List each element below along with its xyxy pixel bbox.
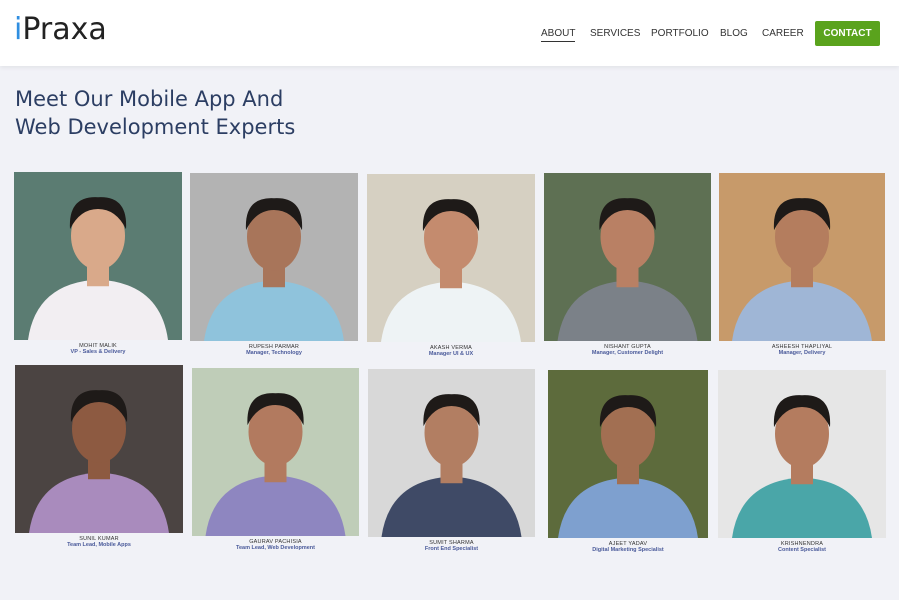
nav-career[interactable]: CAREER <box>762 28 804 39</box>
site-header: iPraxa ABOUT SERVICES PORTFOLIO BLOG CAR… <box>0 0 899 66</box>
team-member-photo <box>190 173 358 341</box>
team-member-role: Team Lead, Mobile Apps <box>67 542 131 548</box>
team-member-card: ASHEESH THAPLIYAL Manager, Delivery <box>719 173 885 356</box>
nav-blog[interactable]: BLOG <box>720 28 748 39</box>
page-title-line-2: Web Development Experts <box>15 115 296 139</box>
team-member-photo <box>192 368 359 536</box>
team-member-card: NISHANT GUPTA Manager, Customer Delight <box>544 173 711 356</box>
team-member-card: SUMIT SHARMA Front End Specialist <box>368 369 535 552</box>
team-member-photo <box>14 172 182 340</box>
team-member-role: Content Specialist <box>778 547 826 553</box>
team-member-role: Digital Marketing Specialist <box>592 547 664 553</box>
team-member-photo <box>15 365 183 533</box>
team-member-role: Front End Specialist <box>424 546 479 552</box>
team-member-card: AKASH VERMA Manager UI & UX <box>367 174 535 357</box>
team-member-photo <box>548 370 708 538</box>
team-member-photo <box>367 174 535 342</box>
ipraxa-logo[interactable]: iPraxa <box>14 12 107 47</box>
team-member-card: MOHIT MALIK VP - Sales & Delivery <box>14 172 182 355</box>
team-member-role: Manager, Customer Delight <box>591 350 664 356</box>
team-member-card: AJEET YADAV Digital Marketing Specialist <box>548 370 708 553</box>
nav-about[interactable]: ABOUT <box>541 28 576 42</box>
nav-portfolio[interactable]: PORTFOLIO <box>651 28 709 39</box>
team-member-role: Manager, Delivery <box>778 350 826 356</box>
team-member-photo <box>718 370 886 538</box>
nav-services[interactable]: SERVICES <box>590 28 640 39</box>
team-member-role: Manager UI & UX <box>428 351 474 357</box>
page-title: Meet Our Mobile App And Web Development … <box>15 85 295 141</box>
contact-button[interactable]: CONTACT <box>815 21 880 46</box>
team-member-photo <box>719 173 885 341</box>
team-member-card: KRISHNENDRA Content Specialist <box>718 370 886 553</box>
team-member-card: RUPESH PARMAR Manager, Technology <box>190 173 358 356</box>
team-member-role: Manager, Technology <box>246 350 302 356</box>
team-member-card: SUNIL KUMAR Team Lead, Mobile Apps <box>15 365 183 548</box>
logo-text: Praxa <box>22 12 107 47</box>
team-member-photo <box>368 369 535 537</box>
team-member-card: GAURAV PACHISIA Team Lead, Web Developmen… <box>192 368 359 551</box>
page-title-line-1: Meet Our Mobile App And <box>15 87 284 111</box>
team-member-role: Team Lead, Web Development <box>236 545 315 551</box>
team-member-role: VP - Sales & Delivery <box>70 349 126 355</box>
team-member-photo <box>544 173 711 341</box>
